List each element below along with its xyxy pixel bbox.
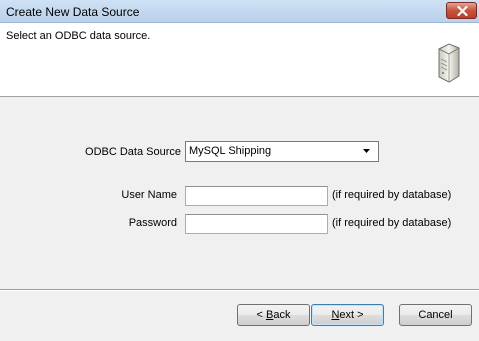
back-button-label: ack (273, 309, 291, 321)
instruction-text: Select an ODBC data source. (6, 30, 151, 42)
data-source-label: ODBC Data Source (85, 146, 181, 158)
dialog-header: Select an ODBC data source. (0, 23, 479, 97)
user-name-input[interactable] (185, 186, 328, 206)
user-name-label: User Name (121, 189, 177, 201)
cancel-button[interactable]: Cancel (399, 304, 472, 326)
data-source-select[interactable]: MySQL Shipping (185, 141, 379, 162)
close-button[interactable] (446, 2, 477, 19)
chevron-down-icon (363, 149, 370, 153)
create-data-source-dialog: Create New Data Source Select an ODBC da… (0, 0, 479, 341)
cancel-button-label: Cancel (418, 309, 453, 321)
password-input[interactable] (185, 214, 328, 234)
close-icon (457, 6, 468, 16)
server-icon (438, 43, 460, 83)
password-label: Password (128, 217, 177, 229)
next-button-label: ext > (339, 309, 364, 321)
title-bar: Create New Data Source (0, 0, 479, 23)
back-button[interactable]: < Back (237, 304, 310, 326)
footer-separator (0, 289, 479, 291)
password-hint: (if required by database) (332, 217, 452, 229)
back-button-prefix: < (256, 309, 266, 321)
next-button[interactable]: Next > (311, 304, 384, 326)
user-name-hint: (if required by database) (332, 189, 452, 201)
data-source-value: MySQL Shipping (189, 145, 272, 157)
window-title: Create New Data Source (6, 5, 140, 19)
